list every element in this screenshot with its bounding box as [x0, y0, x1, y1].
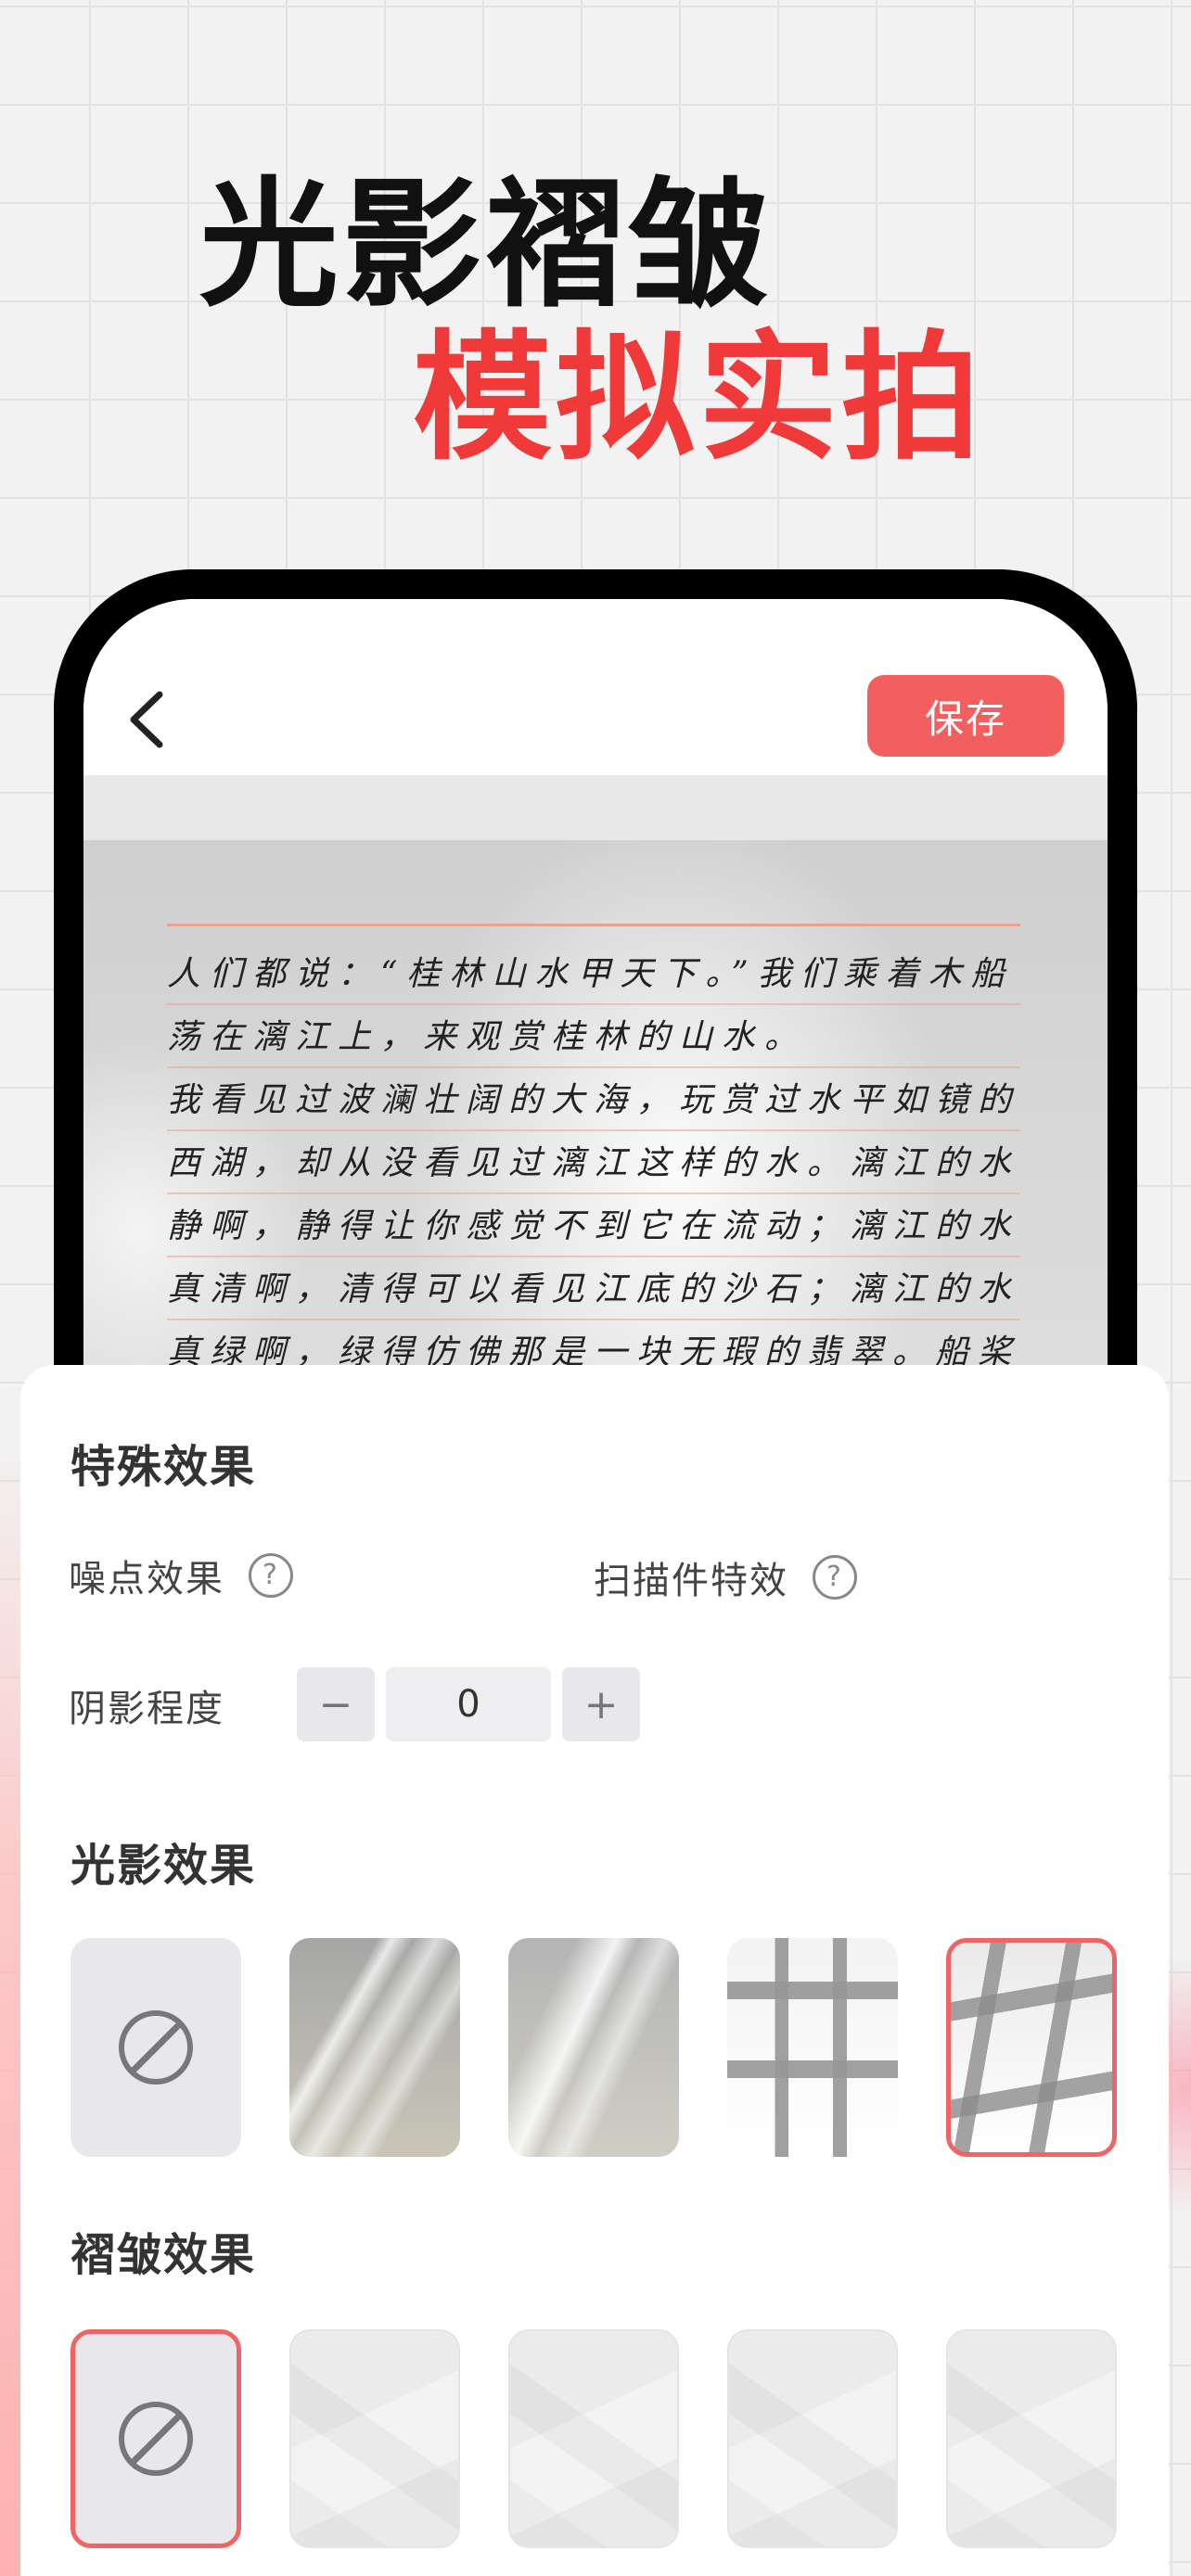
noise-effect-option[interactable]: 噪点效果 ?: [69, 1549, 293, 1602]
shadow-level-stepper: − 0 +: [297, 1667, 640, 1741]
handwriting-line: 西湖，却从没看见过漓江这样的水。漓江的水真: [167, 1131, 1020, 1194]
light-effect-option[interactable]: [508, 1938, 679, 2157]
effects-panel: 特殊效果 噪点效果 ? 扫描件特效 ? 阴影程度 − 0 + 光影效果 褶皱效果: [20, 1365, 1169, 2576]
handwriting-line: 人们都说：“桂林山水甲天下。”我们乘着木船: [167, 942, 1020, 1005]
crease-effect-option[interactable]: [508, 2329, 679, 2548]
preview-gap: [83, 775, 1108, 840]
crease-effect-option[interactable]: [289, 2329, 460, 2548]
handwriting-line: 静啊，静得让你感觉不到它在流动；漓江的水: [167, 1194, 1020, 1257]
no-effect-icon: [119, 2402, 193, 2476]
special-effects-title: 特殊效果: [70, 1441, 257, 1493]
crease-effects-list: [70, 2329, 1117, 2548]
paper-margin-line: [167, 924, 1020, 926]
light-effect-option[interactable]: [289, 1938, 460, 2157]
handwriting-text: 人们都说：“桂林山水甲天下。”我们乘着木船 荡在漓江上，来观赏桂林的山水。 我看…: [167, 942, 1020, 1384]
headline-line1: 光影褶皱: [199, 165, 772, 326]
crease-effects-title: 褶皱效果: [70, 2229, 257, 2281]
shadow-level-value[interactable]: 0: [386, 1667, 551, 1741]
save-button[interactable]: 保存: [867, 675, 1064, 757]
increment-button[interactable]: +: [562, 1667, 640, 1741]
back-icon[interactable]: [121, 687, 176, 752]
crease-effect-option[interactable]: [727, 2329, 898, 2548]
handwriting-line: 我看见过波澜壮阔的大海，玩赏过水平如镜的: [167, 1068, 1020, 1131]
light-none-option[interactable]: [70, 1938, 241, 2157]
crease-none-option-selected[interactable]: [70, 2329, 241, 2548]
noise-effect-label: 噪点效果: [69, 1558, 224, 1600]
light-effect-option[interactable]: [727, 1938, 898, 2157]
light-effect-option-selected[interactable]: [946, 1938, 1117, 2157]
headline-line2: 模拟实拍: [413, 318, 985, 479]
shadow-level-label: 阴影程度: [69, 1688, 224, 1730]
handwriting-line: 真清啊，清得可以看见江底的沙石；漓江的水: [167, 1257, 1020, 1320]
scan-effect-option[interactable]: 扫描件特效 ?: [594, 1550, 857, 1604]
light-effects-list: [70, 1938, 1117, 2157]
help-icon[interactable]: ?: [249, 1553, 293, 1598]
crease-effect-option[interactable]: [946, 2329, 1117, 2548]
no-effect-icon: [119, 2010, 193, 2085]
light-effects-title: 光影效果: [70, 1840, 257, 1892]
editor-topbar: 保存: [83, 599, 1108, 775]
handwriting-line: 荡在漓江上，来观赏桂林的山水。: [167, 1005, 1020, 1068]
scan-effect-label: 扫描件特效: [594, 1560, 788, 1602]
help-icon[interactable]: ?: [813, 1555, 857, 1600]
decrement-button[interactable]: −: [297, 1667, 375, 1741]
